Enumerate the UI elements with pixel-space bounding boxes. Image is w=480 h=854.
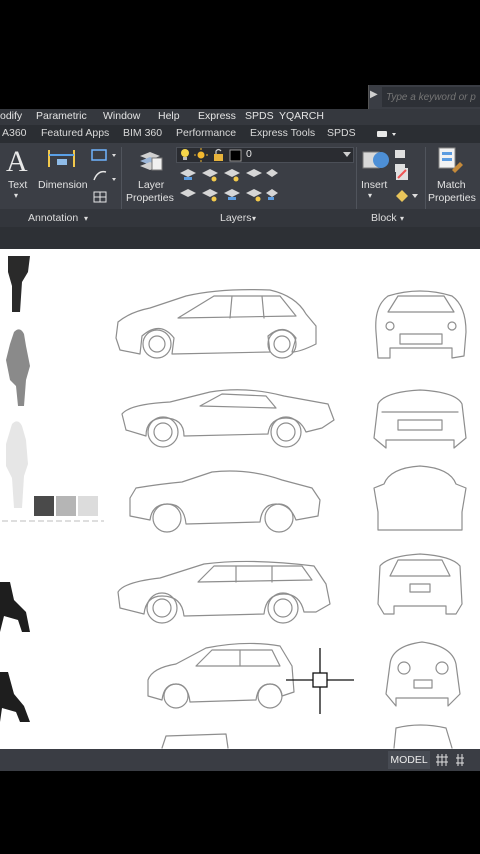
tab-featured-apps[interactable]: Featured Apps: [41, 127, 109, 139]
match-properties-label-line2[interactable]: Properties: [428, 192, 476, 204]
cad-drawing: [0, 256, 467, 749]
car-rear-view-4: [377, 553, 463, 615]
car-side-partial: [161, 733, 229, 749]
menu-yqarch[interactable]: YQARCH: [279, 110, 324, 122]
tab-spds[interactable]: SPDS: [327, 127, 356, 139]
ribbon-tabs: A360 Featured Apps BIM 360 Performance E…: [0, 125, 480, 143]
chevron-down-icon[interactable]: [343, 152, 351, 158]
menu-spds[interactable]: SPDS: [245, 110, 274, 122]
car-side-coupe: [121, 389, 335, 448]
dimension-icon[interactable]: [47, 147, 77, 173]
color-swatch-mid: [56, 496, 76, 516]
search-arrow-icon[interactable]: ▶: [370, 89, 380, 105]
insert-button-label[interactable]: Insert: [361, 179, 387, 191]
block-expand-icon[interactable]: ▾: [400, 214, 404, 223]
car-side-sedan: [129, 470, 321, 533]
car-rear-view-2: [373, 389, 467, 449]
insert-dropdown-icon[interactable]: ▾: [368, 191, 372, 200]
match-properties-label-line1[interactable]: Match: [437, 179, 466, 191]
car-side-compact: [147, 642, 295, 709]
panel-title-block[interactable]: Block: [371, 212, 397, 224]
current-layer-value: 0: [246, 148, 252, 160]
menu-window[interactable]: Window: [103, 110, 140, 122]
layers-expand-icon[interactable]: ▾: [252, 214, 256, 223]
layer-state-icons: [181, 148, 242, 162]
person-seated-2: [0, 672, 30, 722]
layer-tools-icons[interactable]: [178, 167, 278, 207]
car-front-view-1: [375, 290, 467, 359]
layer-properties-icon[interactable]: [136, 146, 164, 174]
car-side-wagon: [117, 560, 331, 624]
match-properties-icon[interactable]: [436, 146, 464, 176]
menu-express[interactable]: Express: [198, 110, 236, 122]
search-input[interactable]: [382, 87, 480, 107]
menu-bar: odify Parametric Window Help Express SPD…: [0, 109, 480, 125]
tab-performance[interactable]: Performance: [176, 127, 236, 139]
menu-modify[interactable]: odify: [0, 110, 22, 122]
panel-title-layers[interactable]: Layers: [220, 212, 252, 224]
block-tools-icon[interactable]: [394, 188, 420, 204]
person-seated-1: [0, 582, 30, 632]
menu-help[interactable]: Help: [158, 110, 180, 122]
drawing-canvas[interactable]: [0, 249, 480, 749]
layer-properties-label-line1[interactable]: Layer: [138, 179, 164, 191]
person-silhouette-mid: [6, 329, 30, 406]
text-dropdown-icon[interactable]: ▾: [14, 191, 18, 200]
grid-icon[interactable]: [435, 752, 475, 768]
car-rear-view-3: [373, 465, 467, 531]
tab-a360[interactable]: A360: [2, 127, 27, 139]
car-side-hatchback: [115, 289, 317, 359]
person-silhouette-light: [6, 421, 28, 508]
text-button-label[interactable]: Text: [8, 179, 27, 191]
color-swatch-light: [78, 496, 98, 516]
camera-icon[interactable]: [375, 128, 397, 140]
file-tab-strip: [0, 227, 480, 249]
edit-block-icon[interactable]: [394, 166, 410, 182]
dimension-button-label[interactable]: Dimension: [38, 179, 88, 191]
annotation-expand-icon[interactable]: ▾: [84, 214, 88, 223]
model-space-button[interactable]: MODEL: [388, 751, 430, 769]
text-a-icon[interactable]: A: [6, 145, 28, 179]
panel-title-annotation[interactable]: Annotation: [28, 212, 78, 224]
tab-bim-360[interactable]: BIM 360: [123, 127, 162, 139]
color-swatch-dark: [34, 496, 54, 516]
layer-properties-label-line2[interactable]: Properties: [126, 192, 174, 204]
annotation-tools-icons[interactable]: [90, 146, 120, 206]
person-silhouette-dark: [8, 256, 30, 312]
menu-parametric[interactable]: Parametric: [36, 110, 87, 122]
tab-express-tools[interactable]: Express Tools: [250, 127, 315, 139]
crosshair-cursor-icon: [286, 648, 354, 714]
car-rear-partial: [393, 724, 453, 749]
car-front-view-5: [385, 641, 461, 707]
